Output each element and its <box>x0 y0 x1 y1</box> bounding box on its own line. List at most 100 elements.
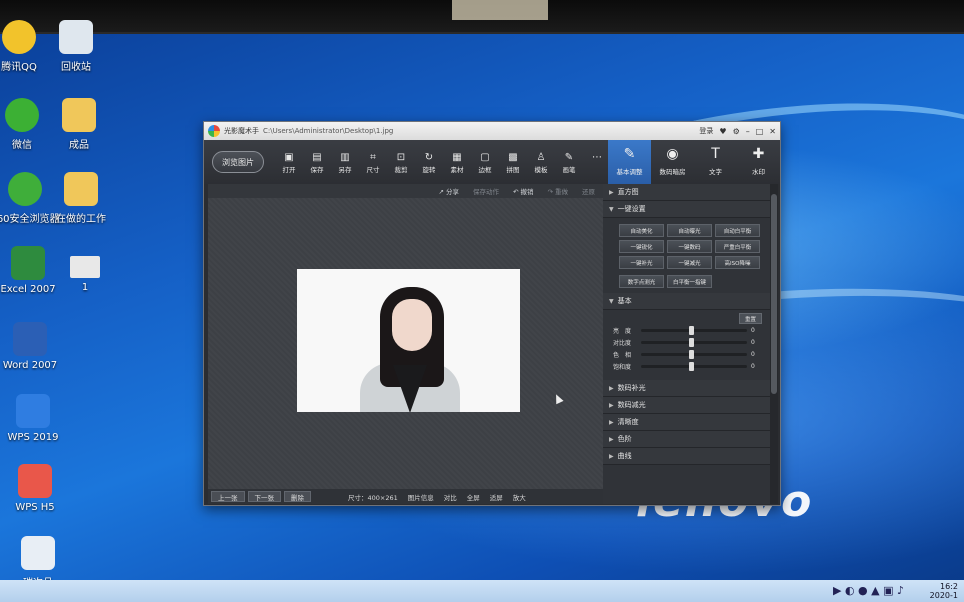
desktop-icon-word[interactable]: Word 2007 <box>0 322 65 371</box>
one-click-extra: 数字点测光 白平衡一指键 <box>603 273 770 293</box>
slider-hue[interactable]: 色 相 0 <box>603 348 770 360</box>
tool-collage[interactable]: ▩ 拼图 <box>502 151 524 174</box>
tab-digital-darkroom[interactable]: ◉ 数码暗房 <box>651 140 694 184</box>
slider-track[interactable] <box>641 361 747 371</box>
spot-metering-button[interactable]: 数字点测光 <box>619 275 664 288</box>
desktop-icon-work-folder[interactable]: 在做的工作 <box>46 172 116 225</box>
expand-arrow-icon: ▶ <box>609 452 614 460</box>
auto-white-balance-button[interactable]: 自动白平衡 <box>715 224 760 237</box>
login-link[interactable]: 登录 <box>699 126 713 136</box>
share-button[interactable]: ↗ 分享 <box>438 186 459 196</box>
close-icon[interactable]: ✕ <box>769 127 776 136</box>
tool-material[interactable]: ▦ 素材 <box>446 151 468 174</box>
section-digital-reduce-light[interactable]: ▶ 数码减光 <box>603 397 770 414</box>
slider-knob[interactable] <box>689 349 694 359</box>
section-curves[interactable]: ▶ 曲线 <box>603 448 770 465</box>
slider-brightness[interactable]: 亮 度 0 <box>603 324 770 336</box>
tool-size[interactable]: ⌗ 尺寸 <box>362 151 384 174</box>
save-action-button[interactable]: 保存动作 <box>473 186 499 196</box>
high-iso-denoise-button[interactable]: 高ISO降噪 <box>715 256 760 269</box>
heart-icon[interactable]: ♥ <box>719 127 726 136</box>
tab-basic-adjust[interactable]: ✎ 基本调整 <box>608 140 651 184</box>
scrollbar-thumb[interactable] <box>771 194 777 394</box>
brush-icon: ✎ <box>564 151 574 163</box>
recycle-bin-icon <box>59 20 93 54</box>
expand-arrow-icon: ▶ <box>609 188 614 196</box>
reset-button[interactable]: 重置 <box>738 313 762 324</box>
portrait-photo <box>297 269 520 412</box>
section-levels[interactable]: ▶ 色阶 <box>603 431 770 448</box>
one-click-digital-button[interactable]: 一键数码 <box>667 240 712 253</box>
section-one-click[interactable]: ▼ 一键设置 <box>603 201 770 218</box>
tab-text[interactable]: T 文字 <box>694 140 737 184</box>
one-click-grid: 自动美化 自动曝光 自动白平衡 一键锐化 一键数码 严重白平衡 一键补光 一键减… <box>603 218 770 273</box>
strong-white-balance-button[interactable]: 严重白平衡 <box>715 240 760 253</box>
undo-button[interactable]: ↶ 撤销 <box>513 186 534 196</box>
fill-light-button[interactable]: 一键补光 <box>619 256 664 269</box>
tool-more[interactable]: ⋯ <box>586 151 608 174</box>
collapse-arrow-icon: ▼ <box>609 297 614 305</box>
tool-template[interactable]: ♙ 模板 <box>530 151 552 174</box>
slider-knob[interactable] <box>689 361 694 371</box>
fit-screen-button[interactable]: 适屏 <box>490 492 503 502</box>
tab-watermark[interactable]: ✚ 水印 <box>737 140 780 184</box>
slider-track[interactable] <box>641 337 747 347</box>
delete-button[interactable]: 删除 <box>284 491 311 502</box>
auto-beautify-button[interactable]: 自动美化 <box>619 224 664 237</box>
auto-exposure-button[interactable]: 自动曝光 <box>667 224 712 237</box>
settings-icon[interactable]: ⚙ <box>733 127 740 136</box>
next-image-button[interactable]: 下一张 <box>247 491 281 502</box>
image-info-button[interactable]: 图片信息 <box>408 492 434 502</box>
section-clarity[interactable]: ▶ 清晰度 <box>603 414 770 431</box>
tape-on-bezel <box>452 0 548 20</box>
expand-arrow-icon: ▶ <box>609 435 614 443</box>
browse-images-button[interactable]: 浏览图片 <box>212 151 264 173</box>
slider-knob[interactable] <box>689 337 694 347</box>
desktop-icon-wps-2019[interactable]: WPS 2019 <box>0 394 68 443</box>
slider-track[interactable] <box>641 349 747 359</box>
prev-image-button[interactable]: 上一张 <box>211 491 245 502</box>
slider-track[interactable] <box>641 325 747 335</box>
fullscreen-button[interactable]: 全屏 <box>467 492 480 502</box>
mouse-cursor-icon <box>552 392 564 405</box>
desktop-icon-recycle-bin[interactable]: 回收站 <box>41 20 111 73</box>
app-window: 光影魔术手 C:\Users\Administrator\Desktop\1.j… <box>203 121 781 506</box>
edit-icon: ✎ <box>623 146 636 162</box>
desktop: 腾讯QQ 回收站 微信 成品 360安全浏览器 在做的工作 Excel 2007… <box>0 0 964 602</box>
minimize-icon[interactable]: – <box>746 127 750 136</box>
compare-button[interactable]: 对比 <box>444 492 457 502</box>
reduce-light-button[interactable]: 一键减光 <box>667 256 712 269</box>
section-digital-fill-light[interactable]: ▶ 数码补光 <box>603 380 770 397</box>
desktop-icon-wps-h5[interactable]: WPS H5 <box>0 464 70 513</box>
word-icon <box>13 322 47 356</box>
desktop-icon-photo-1[interactable]: 1 <box>50 256 120 293</box>
adjust-panel: ▶ 直方图 ▼ 一键设置 自动美化 自动曝光 自动白平衡 一键锐化 一键数码 严重白… <box>603 184 770 504</box>
redo-button[interactable]: ↷ 重做 <box>547 186 568 196</box>
image-canvas[interactable] <box>208 198 603 489</box>
tool-save[interactable]: ▤ 保存 <box>306 151 328 174</box>
slider-contrast[interactable]: 对比度 0 <box>603 336 770 348</box>
restore-button[interactable]: 还原 <box>582 186 595 196</box>
tool-border[interactable]: ▢ 边框 <box>474 151 496 174</box>
slider-saturation[interactable]: 饱和度 0 <box>603 360 770 372</box>
slider-knob[interactable] <box>689 325 694 335</box>
section-basic[interactable]: ▼ 基本 <box>603 293 770 310</box>
file-icon <box>21 536 55 570</box>
folder-icon <box>62 98 96 132</box>
one-click-sharpen-button[interactable]: 一键锐化 <box>619 240 664 253</box>
tool-rotate[interactable]: ↻ 旋转 <box>418 151 440 174</box>
tool-save-as[interactable]: ▥ 另存 <box>334 151 356 174</box>
system-tray[interactable]: ▶ ◐ ● ▲ ▣ ♪ <box>833 584 904 597</box>
image-size-readout: 尺寸：400×261 <box>348 493 398 502</box>
folder-icon <box>64 172 98 206</box>
maximize-icon[interactable]: □ <box>756 127 764 136</box>
taskbar-clock[interactable]: 16:2 2020-1 <box>930 582 958 600</box>
section-histogram[interactable]: ▶ 直方图 <box>603 184 770 201</box>
tool-open[interactable]: ▣ 打开 <box>278 151 300 174</box>
panel-scrollbar[interactable] <box>770 184 778 504</box>
tool-brush[interactable]: ✎ 画笔 <box>558 151 580 174</box>
zoom-in-button[interactable]: 放大 <box>513 492 526 502</box>
white-balance-picker-button[interactable]: 白平衡一指键 <box>667 275 712 288</box>
tool-crop[interactable]: ⊡ 裁剪 <box>390 151 412 174</box>
desktop-icon-finished-folder[interactable]: 成品 <box>44 98 114 151</box>
